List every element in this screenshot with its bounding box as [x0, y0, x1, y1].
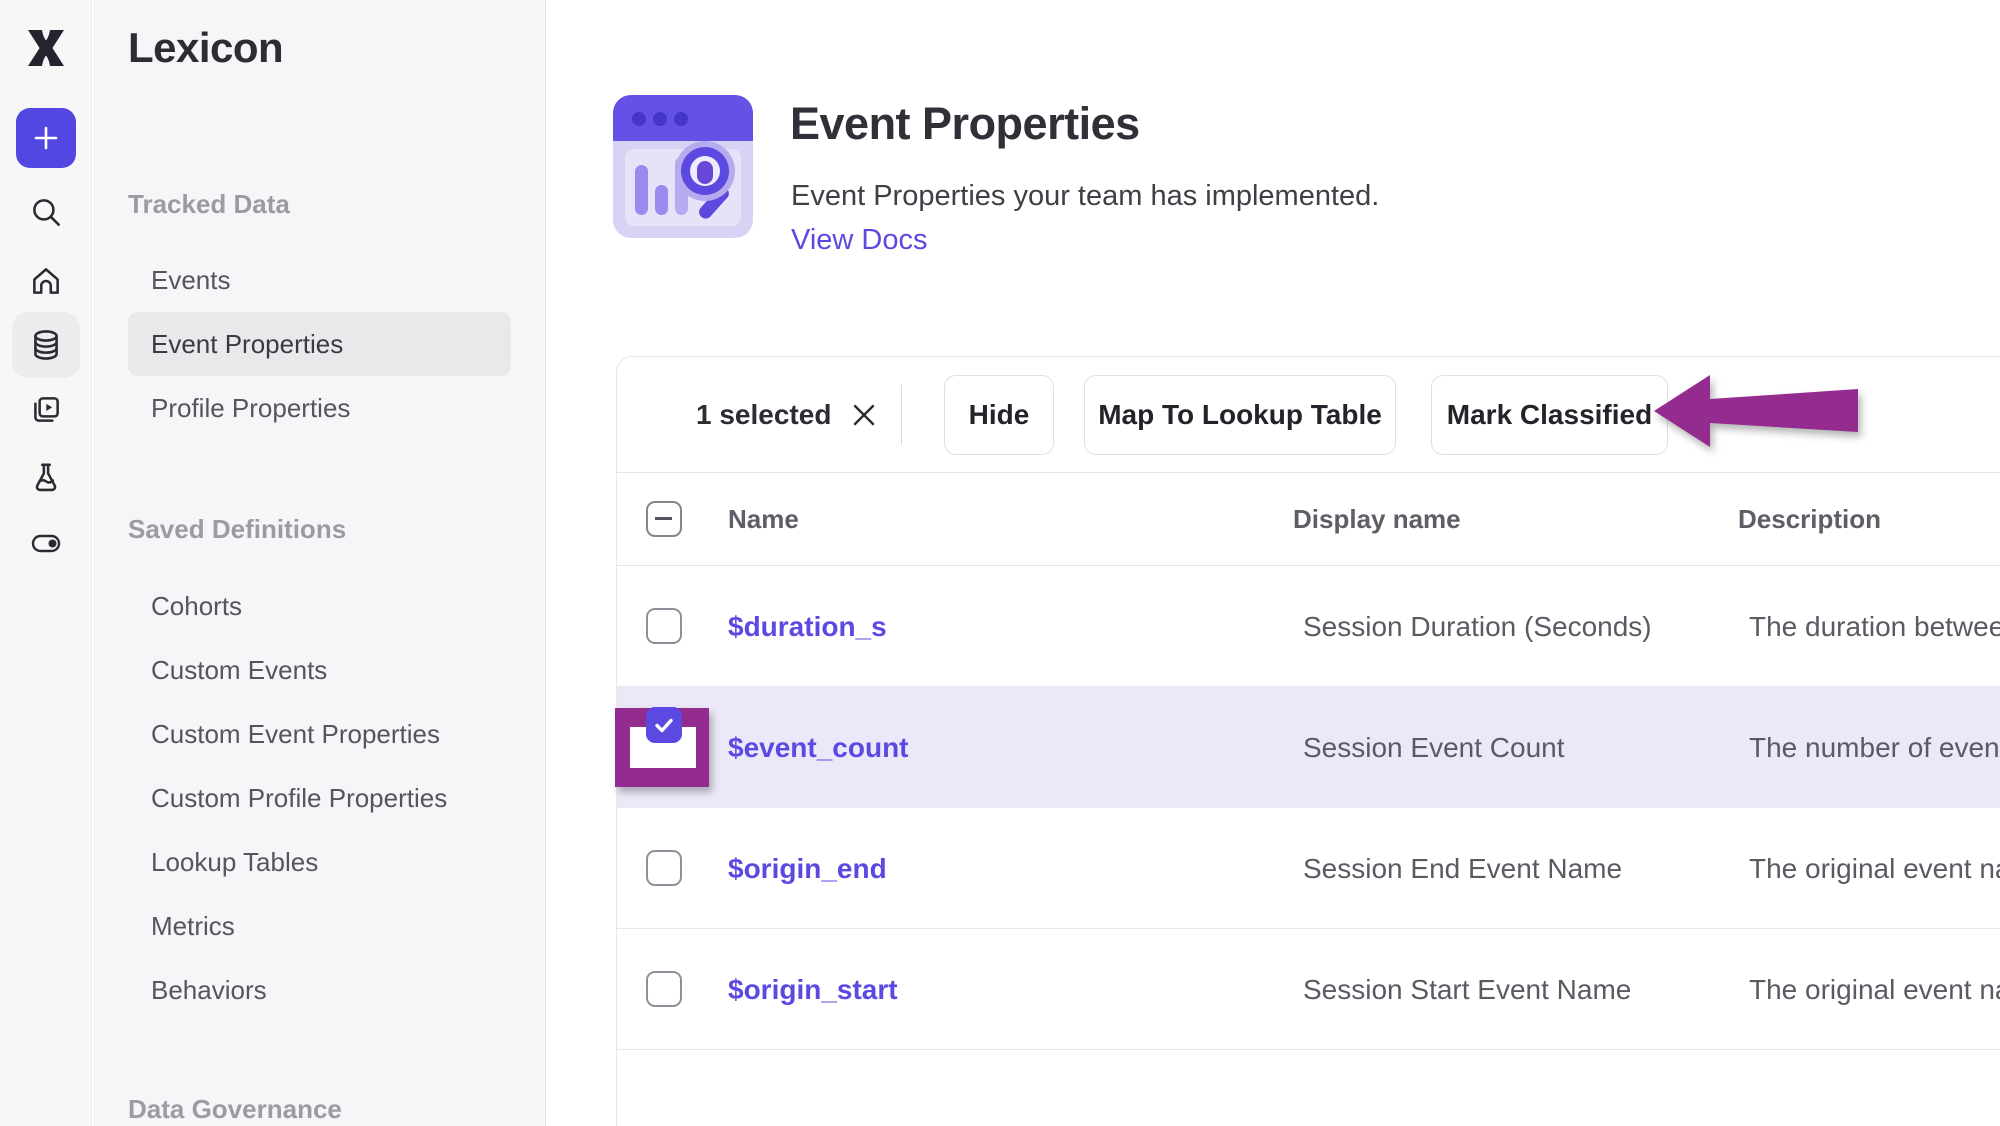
- plus-icon: [31, 123, 61, 153]
- arrow-annotation-icon: [1652, 372, 1860, 457]
- display-name-cell: Session Duration (Seconds): [1303, 566, 1652, 687]
- view-docs-link[interactable]: View Docs: [791, 224, 927, 257]
- section-header-tracked-data: Tracked Data: [128, 189, 290, 220]
- page-subtitle: Event Properties your team has implement…: [791, 180, 1379, 213]
- sidebar-item-custom-profile-properties[interactable]: Custom Profile Properties: [128, 766, 511, 830]
- sidebar-item-behaviors[interactable]: Behaviors: [128, 958, 511, 1022]
- sidebar-item-metrics[interactable]: Metrics: [128, 894, 511, 958]
- row-checkbox[interactable]: [646, 850, 682, 886]
- table-toolbar: 1 selected Hide Map To Lookup Table Mark…: [617, 357, 2000, 473]
- sidebar-item-profile-properties[interactable]: Profile Properties: [128, 376, 511, 440]
- table-row: $origin_end Session End Event Name The o…: [617, 808, 2000, 929]
- app-root: Lexicon Tracked Data Events Event Proper…: [0, 0, 2000, 1126]
- toggle-icon[interactable]: [0, 526, 92, 560]
- column-header-display-name: Display name: [1293, 473, 1461, 566]
- boards-icon[interactable]: [0, 392, 92, 428]
- select-all-checkbox[interactable]: [646, 501, 682, 537]
- property-name-link[interactable]: $origin_end: [728, 808, 887, 929]
- property-name-link[interactable]: $origin_start: [728, 929, 898, 1050]
- main-content: Event Properties Event Properties your t…: [547, 0, 2000, 1126]
- sidebar-item-custom-event-properties[interactable]: Custom Event Properties: [128, 702, 511, 766]
- sidebar: Lexicon Tracked Data Events Event Proper…: [93, 0, 546, 1126]
- check-icon: [652, 713, 676, 737]
- display-name-cell: Session Event Count: [1303, 687, 1565, 808]
- table-row-selected: $event_count Session Event Count The num…: [617, 687, 2000, 808]
- table-header-row: Name Display name Description: [617, 473, 2000, 566]
- row-checkbox-checked[interactable]: [646, 707, 682, 743]
- sidebar-item-event-properties[interactable]: Event Properties: [128, 312, 511, 376]
- page-title: Event Properties: [790, 98, 1140, 150]
- flask-icon[interactable]: [0, 459, 92, 495]
- sidebar-item-custom-events[interactable]: Custom Events: [128, 638, 511, 702]
- map-to-lookup-table-button[interactable]: Map To Lookup Table: [1084, 375, 1396, 455]
- chart-magnifier-icon: [613, 95, 753, 243]
- display-name-cell: Session End Event Name: [1303, 808, 1622, 929]
- database-icon[interactable]: [0, 327, 92, 363]
- create-button[interactable]: [16, 108, 76, 168]
- sidebar-item-lookup-tables[interactable]: Lookup Tables: [128, 830, 511, 894]
- property-name-link[interactable]: $duration_s: [728, 566, 887, 687]
- home-icon[interactable]: [0, 263, 92, 299]
- sidebar-item-events[interactable]: Events: [128, 248, 511, 312]
- close-icon[interactable]: [851, 402, 877, 428]
- icon-rail: [0, 0, 92, 1126]
- row-checkbox[interactable]: [646, 971, 682, 1007]
- column-header-name: Name: [728, 473, 799, 566]
- sidebar-title: Lexicon: [128, 24, 283, 72]
- section-header-saved-definitions: Saved Definitions: [128, 514, 346, 545]
- event-properties-table-card: 1 selected Hide Map To Lookup Table Mark…: [616, 356, 2000, 1126]
- mark-classified-button[interactable]: Mark Classified: [1431, 375, 1668, 455]
- section-header-data-governance: Data Governance: [128, 1094, 342, 1125]
- indeterminate-mark: [655, 517, 672, 520]
- mixpanel-logo[interactable]: [0, 26, 92, 70]
- column-header-description: Description: [1738, 473, 1881, 566]
- row-checkbox[interactable]: [646, 608, 682, 644]
- sidebar-item-cohorts[interactable]: Cohorts: [128, 574, 511, 638]
- search-icon[interactable]: [0, 194, 92, 230]
- hide-button[interactable]: Hide: [944, 375, 1054, 455]
- description-cell: The original event name: [1749, 929, 2000, 1050]
- property-name-link[interactable]: $event_count: [728, 687, 909, 808]
- description-cell: The original event name: [1749, 808, 2000, 929]
- display-name-cell: Session Start Event Name: [1303, 929, 1631, 1050]
- table-row: $origin_start Session Start Event Name T…: [617, 929, 2000, 1050]
- description-cell: The number of events: [1749, 687, 2000, 808]
- table-row: $duration_s Session Duration (Seconds) T…: [617, 566, 2000, 687]
- selection-count-label: 1 selected: [696, 399, 831, 431]
- description-cell: The duration between: [1749, 566, 2000, 687]
- toolbar-divider: [901, 385, 902, 445]
